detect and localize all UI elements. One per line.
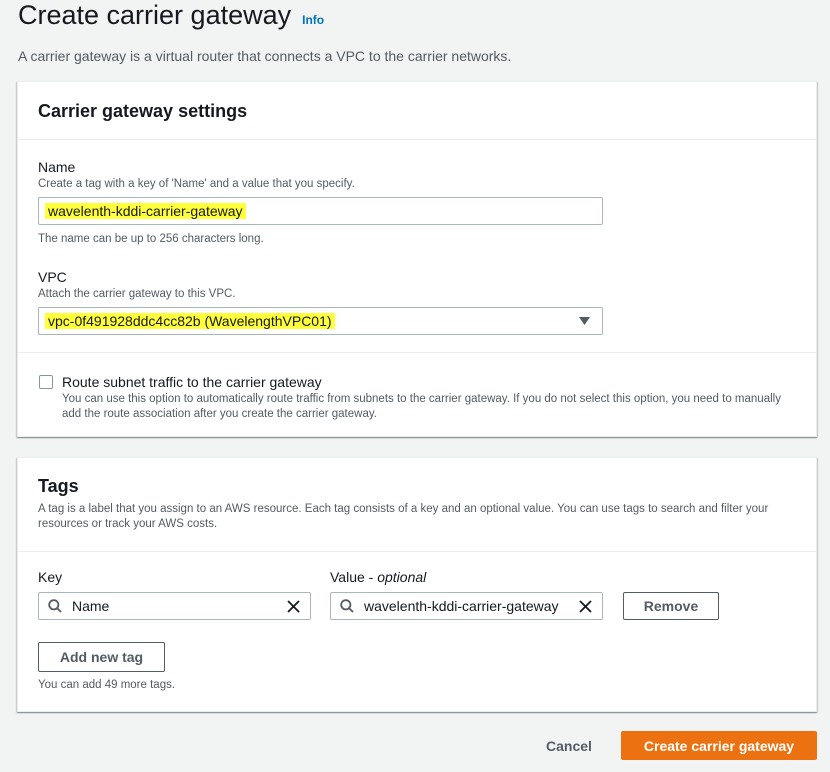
page-description: A carrier gateway is a virtual router th…: [18, 48, 512, 64]
name-hint: Create a tag with a key of 'Name' and a …: [38, 178, 355, 190]
tags-panel-header: Tags A tag is a label that you assign to…: [18, 458, 816, 552]
tags-remaining-hint: You can add 49 more tags.: [38, 679, 176, 691]
vpc-select-value: vpc-0f491928ddc4cc82b (WavelengthVPC01): [45, 313, 335, 329]
value-header-text: Value -: [330, 569, 374, 585]
clear-value-icon[interactable]: [579, 600, 592, 613]
settings-panel-title: Carrier gateway settings: [38, 101, 248, 121]
name-constraint: The name can be up to 256 characters lon…: [38, 233, 264, 245]
clear-key-icon[interactable]: [287, 600, 300, 613]
page-title-text: Create carrier gateway: [18, 0, 292, 30]
remove-tag-button[interactable]: Remove: [623, 592, 719, 620]
settings-divider: [18, 352, 816, 353]
tag-key-value: Name: [72, 598, 110, 614]
tags-panel: Tags A tag is a label that you assign to…: [17, 457, 817, 712]
vpc-hint: Attach the carrier gateway to this VPC.: [38, 288, 236, 300]
search-icon: [340, 599, 354, 613]
name-input-value: wavelenth-kddi-carrier-gateway: [45, 203, 246, 219]
name-label: Name: [38, 159, 76, 175]
value-optional-text: optional: [377, 569, 427, 585]
tag-value-value: wavelenth-kddi-carrier-gateway: [364, 598, 559, 614]
vpc-select[interactable]: vpc-0f491928ddc4cc82b (WavelengthVPC01): [38, 307, 603, 335]
carrier-gateway-settings-panel: Carrier gateway settings Name Create a t…: [17, 81, 817, 437]
tags-panel-title: Tags: [38, 476, 79, 496]
route-traffic-hint: You can use this option to automatically…: [62, 393, 781, 420]
vpc-label: VPC: [38, 269, 67, 285]
name-input[interactable]: wavelenth-kddi-carrier-gateway: [38, 197, 603, 225]
settings-panel-header: Carrier gateway settings: [18, 82, 816, 140]
route-traffic-checkbox[interactable]: [39, 375, 53, 389]
cancel-button[interactable]: Cancel: [546, 738, 592, 754]
add-new-tag-button[interactable]: Add new tag: [38, 642, 165, 672]
value-column-header: Value - optional: [330, 569, 426, 585]
caret-down-icon: [579, 317, 590, 325]
tag-key-input[interactable]: Name: [38, 592, 311, 620]
info-link[interactable]: Info: [302, 13, 324, 27]
search-icon: [48, 599, 62, 613]
page-title: Create carrier gateway Info: [18, 0, 324, 31]
tags-description: A tag is a label that you assign to an A…: [38, 503, 769, 530]
route-traffic-label[interactable]: Route subnet traffic to the carrier gate…: [62, 374, 322, 390]
tag-value-input[interactable]: wavelenth-kddi-carrier-gateway: [330, 592, 603, 620]
key-column-header: Key: [38, 569, 63, 585]
create-carrier-gateway-button[interactable]: Create carrier gateway: [621, 731, 817, 760]
